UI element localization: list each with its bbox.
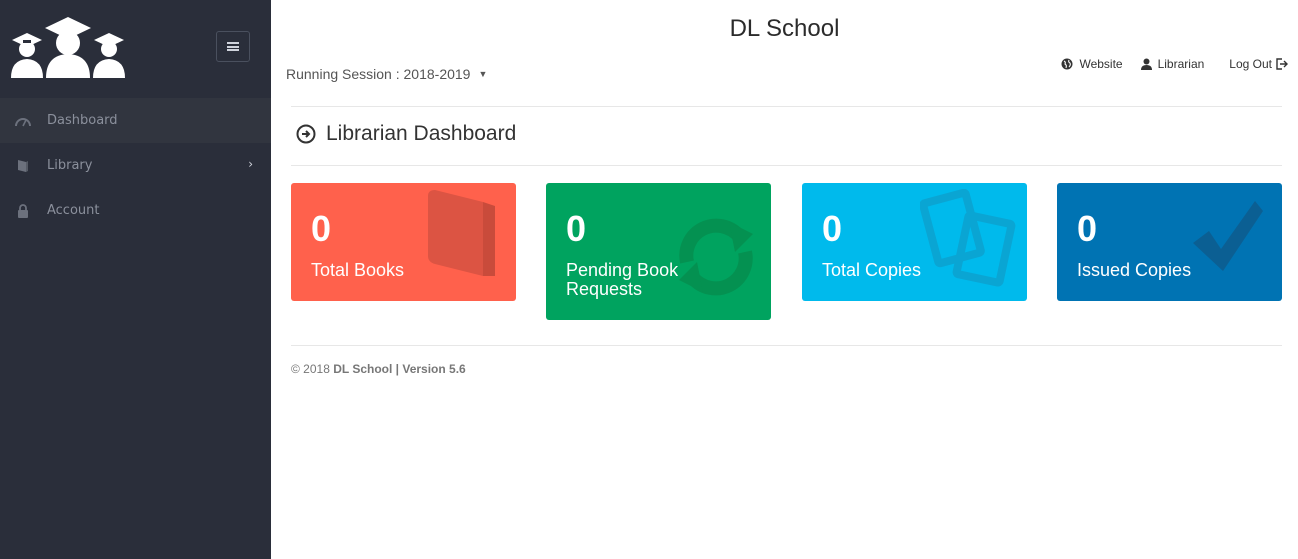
sidebar-item-label: Library bbox=[47, 158, 93, 173]
school-logo-icon[interactable] bbox=[10, 16, 128, 78]
sidebar-item-library[interactable]: Library › bbox=[0, 143, 271, 188]
sidebar-item-label: Dashboard bbox=[47, 113, 118, 128]
stat-value: 0 bbox=[566, 208, 587, 249]
divider bbox=[291, 165, 1282, 166]
divider bbox=[291, 106, 1282, 107]
stat-card-total-copies[interactable]: 0 Total Copies bbox=[802, 183, 1027, 301]
user-menu[interactable]: Librarian bbox=[1140, 57, 1205, 71]
user-icon bbox=[1140, 58, 1152, 70]
sidebar-item-account[interactable]: Account bbox=[0, 188, 271, 233]
footer-copyright: © 2018 bbox=[291, 362, 330, 376]
hamburger-icon bbox=[227, 42, 239, 51]
main-content: DL School Running Session : 2018-2019 ▼ W… bbox=[271, 0, 1298, 559]
session-label: Running Session : 2018-2019 bbox=[286, 66, 471, 82]
chevron-right-icon: › bbox=[248, 157, 253, 171]
logout-label: Log Out bbox=[1229, 57, 1272, 71]
divider bbox=[291, 345, 1282, 346]
sidebar-header bbox=[0, 0, 271, 96]
user-label: Librarian bbox=[1157, 57, 1205, 71]
session-selector[interactable]: Running Session : 2018-2019 ▼ bbox=[286, 66, 487, 82]
sidebar-nav: Dashboard Library › Account bbox=[0, 98, 271, 233]
stat-label: Pending Book Requests bbox=[566, 260, 679, 299]
globe-icon bbox=[1061, 58, 1073, 70]
stat-card-issued-copies[interactable]: 0 Issued Copies bbox=[1057, 183, 1282, 301]
page-title: Librarian Dashboard bbox=[296, 122, 516, 146]
sidebar-item-label: Account bbox=[47, 203, 100, 218]
footer: © 2018 DL School | Version 5.6 bbox=[291, 362, 466, 376]
book-icon bbox=[428, 190, 495, 276]
footer-brand: DL School | Version 5.6 bbox=[333, 362, 466, 376]
stat-card-total-books[interactable]: 0 Total Books bbox=[291, 183, 516, 301]
check-icon bbox=[1193, 201, 1263, 271]
top-nav: Website Librarian Log Out bbox=[1043, 57, 1288, 71]
stat-card-pending-requests[interactable]: 0 Pending Book Requests bbox=[546, 183, 771, 320]
lock-icon bbox=[15, 203, 31, 219]
book-icon bbox=[15, 158, 31, 174]
stat-value: 0 bbox=[1077, 208, 1098, 249]
sidebar: Dashboard Library › Account bbox=[0, 0, 271, 559]
stat-label: Total Books bbox=[311, 260, 405, 280]
dashboard-icon bbox=[15, 113, 31, 129]
website-label: Website bbox=[1079, 57, 1123, 71]
arrow-circle-right-icon bbox=[296, 124, 316, 144]
site-title: DL School bbox=[729, 15, 840, 42]
stat-value: 0 bbox=[822, 208, 843, 249]
stat-label: Total Copies bbox=[822, 260, 922, 280]
stat-label: Issued Copies bbox=[1077, 260, 1192, 280]
logout-icon bbox=[1276, 58, 1288, 70]
stat-value: 0 bbox=[311, 208, 332, 249]
sidebar-item-dashboard[interactable]: Dashboard bbox=[0, 98, 271, 143]
logout-link[interactable]: Log Out bbox=[1229, 57, 1288, 71]
website-link[interactable]: Website bbox=[1061, 57, 1123, 71]
page-title-text: Librarian Dashboard bbox=[326, 122, 517, 145]
menu-toggle-button[interactable] bbox=[216, 31, 250, 62]
copy-icon bbox=[920, 189, 1016, 287]
caret-down-icon: ▼ bbox=[478, 69, 488, 79]
